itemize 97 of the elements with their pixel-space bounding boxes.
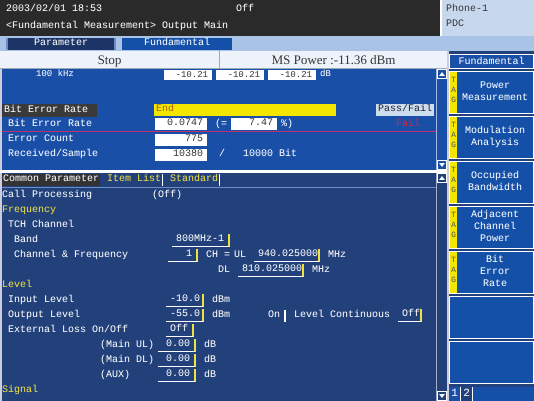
unit-label: CH = [206, 249, 230, 263]
row-label: Error Count [8, 133, 76, 147]
value-field[interactable]: 810.025000 [238, 264, 304, 277]
softkey[interactable]: TAG Occupied Bandwidth [449, 161, 534, 204]
value-field: -10.21 [164, 70, 212, 80]
parameter-label: Channel & Frequency [14, 248, 130, 263]
value-field: -10.21 [268, 70, 316, 80]
group-label: Frequency [2, 204, 56, 218]
softkey[interactable]: TAG Adjacent Channel Power [449, 206, 534, 249]
softkey-label: Occupied [470, 170, 519, 182]
softkey-label: Bandwidth [468, 182, 522, 194]
parameter-label: Call Processing [2, 188, 94, 203]
value-field[interactable]: Off [166, 324, 194, 337]
tag-label: TAG [450, 252, 457, 293]
tag-label: TAG [450, 72, 457, 113]
scroll-up-icon[interactable] [437, 69, 447, 79]
unit-label: dB [320, 69, 331, 81]
unit-label: dB [204, 354, 216, 368]
tag-label: TAG [450, 162, 457, 203]
unit-label: MHz [328, 249, 346, 263]
pass-fail-button[interactable]: Pass/Fail [376, 104, 434, 116]
date-time: 2003/02/01 18:53 [6, 2, 104, 17]
row-label: 100 kHz [36, 69, 75, 81]
softkey-label: Analysis [470, 138, 519, 150]
softkey-label: Error [480, 266, 510, 278]
softkey-label: Adjacent [470, 210, 519, 222]
value-field[interactable]: 0.0747 [155, 118, 207, 130]
scroll-down-icon[interactable] [437, 160, 447, 170]
unit-label: dBm [212, 294, 230, 308]
parameter-label: Input Level [8, 294, 76, 308]
section-label: Bit Error Rate [2, 104, 97, 116]
value-field[interactable]: -10.0 [166, 294, 204, 307]
softkey-label: Power [480, 80, 510, 92]
softkey-label: Measurement [462, 92, 528, 104]
terminal-name: Phone-1 [446, 2, 490, 17]
tab[interactable]: Standard [169, 174, 220, 186]
tab[interactable]: Common Parameter [2, 174, 100, 186]
softkey-label: Rate [482, 278, 507, 290]
unit-label: dB [204, 338, 216, 353]
tab[interactable]: Item List [106, 174, 164, 186]
tab[interactable]: Parameter [6, 38, 116, 50]
value-field: -10.21 [216, 70, 264, 80]
parameter-label: Band [14, 234, 40, 248]
bracket-text: %) [281, 118, 294, 132]
unit-label: dB [204, 368, 216, 383]
judgement-text: Fail [396, 118, 420, 132]
group-label: TCH Channel [8, 218, 74, 233]
row-label: Received/Sample [8, 148, 100, 162]
parameter-label: Level Continuous [294, 308, 390, 323]
state-field: End [154, 104, 336, 116]
parameter-label: Output Level [8, 308, 82, 323]
value-field[interactable]: 775 [155, 134, 207, 146]
value-field[interactable]: 940.025000 [254, 249, 320, 262]
value-field[interactable]: 0.00 [158, 339, 196, 352]
row-label: Bit Error Rate [8, 118, 94, 132]
uplink-label: UL [234, 249, 248, 263]
tag-label: TAG [450, 117, 457, 158]
state-text: Off [236, 2, 254, 17]
value-field[interactable]: -55.0 [166, 309, 204, 322]
value-field[interactable]: Off [398, 309, 422, 322]
tag-label: TAG [450, 207, 457, 248]
separator-text: / [219, 148, 226, 162]
tab[interactable]: Fundamental [122, 38, 232, 50]
unit-label: MHz [312, 264, 330, 278]
group-label: Level [2, 278, 32, 293]
softkey-label: Bit [486, 254, 504, 266]
page-tab[interactable]: 1 [449, 387, 461, 401]
group-label: Signal [2, 384, 38, 398]
scroll-down-icon[interactable] [437, 391, 447, 401]
on-button[interactable]: On [264, 310, 286, 322]
blank-softkey[interactable] [449, 341, 534, 384]
downlink-label: DL [218, 264, 232, 278]
value-field[interactable]: 0.00 [158, 369, 196, 382]
softkey-title: Fundamental [449, 54, 534, 69]
value-field[interactable]: 0.00 [158, 354, 196, 367]
scroll-up-icon[interactable] [437, 173, 447, 183]
softkey-label: Modulation [464, 126, 525, 138]
power-reading: MS Power :-11.36 dBm [270, 50, 396, 69]
parameter-label: (AUX) [100, 368, 132, 383]
total-text: 10000 Bit [243, 148, 298, 162]
value-field[interactable]: 800MHz-1 [172, 234, 230, 247]
softkey[interactable]: TAG Bit Error Rate [449, 251, 534, 294]
parameter-value: (Off) [152, 188, 182, 203]
value-field[interactable]: 10380 [155, 148, 207, 160]
value-field[interactable]: 7.47 [231, 118, 278, 130]
bracket-text: (= [215, 118, 228, 132]
window-title: <Fundamental Measurement> Output Main [6, 20, 230, 34]
system-name: PDC [446, 18, 466, 32]
blank-softkey[interactable] [449, 296, 534, 339]
parameter-label: External Loss On/Off [8, 324, 130, 338]
page-tab[interactable]: 2 [461, 387, 473, 401]
parameter-label: (Main UL) [100, 338, 150, 353]
unit-label: dBm [212, 308, 232, 323]
parameter-label: (Main DL) [100, 354, 150, 368]
softkey-label: Power [480, 234, 510, 246]
softkey-label: Channel [474, 222, 516, 234]
value-field[interactable]: 1 [168, 249, 198, 262]
